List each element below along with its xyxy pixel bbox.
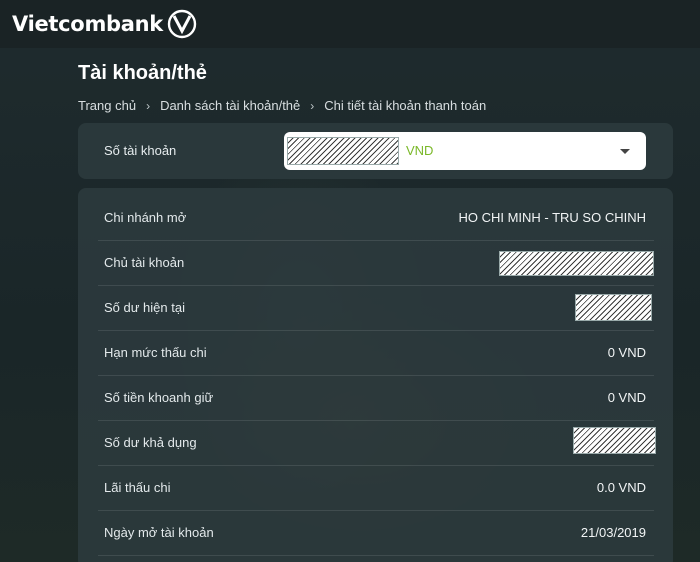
redacted-current-balance bbox=[575, 294, 652, 321]
chevron-down-icon[interactable] bbox=[620, 149, 630, 154]
detail-label: Số dư khả dụng bbox=[104, 435, 197, 450]
detail-label: Chi nhánh mở bbox=[104, 210, 187, 225]
detail-value: HO CHI MINH - TRU SO CHINH bbox=[458, 210, 646, 225]
breadcrumb-separator: › bbox=[310, 98, 315, 113]
detail-row-held-amount: Số tiền khoanh giữ 0 VND bbox=[98, 376, 654, 421]
account-number-label: Số tài khoản bbox=[104, 143, 177, 158]
account-selector-card: Số tài khoản VND bbox=[78, 123, 673, 179]
detail-value: 0 VND bbox=[607, 390, 646, 405]
detail-row-open-date: Ngày mở tài khoản 21/03/2019 bbox=[98, 511, 654, 556]
breadcrumb-account-list[interactable]: Danh sách tài khoản/thẻ bbox=[160, 98, 300, 113]
detail-value: 21/03/2019 bbox=[580, 525, 646, 540]
breadcrumb: Trang chủ › Danh sách tài khoản/thẻ › Ch… bbox=[78, 98, 486, 113]
detail-row-branch: Chi nhánh mở HO CHI MINH - TRU SO CHINH bbox=[98, 196, 654, 241]
detail-label: Số dư hiện tại bbox=[104, 300, 185, 315]
vietcombank-logo-icon bbox=[167, 9, 197, 39]
detail-row-owner: Chủ tài khoản bbox=[98, 241, 654, 286]
detail-label: Số tiền khoanh giữ bbox=[104, 390, 214, 405]
detail-row-overdraft-interest: Lãi thấu chi 0.0 VND bbox=[98, 466, 654, 511]
account-details-card: Chi nhánh mở HO CHI MINH - TRU SO CHINH … bbox=[78, 188, 673, 562]
detail-row-current-balance: Số dư hiện tại bbox=[98, 286, 654, 331]
breadcrumb-current: Chi tiết tài khoản thanh toán bbox=[324, 98, 487, 113]
account-currency: VND bbox=[406, 143, 434, 158]
page-title: Tài khoản/thẻ bbox=[78, 62, 207, 84]
top-bar: Vietcombank bbox=[0, 0, 700, 48]
detail-row-available-balance: Số dư khả dụng bbox=[98, 421, 656, 466]
breadcrumb-separator: › bbox=[146, 98, 151, 113]
detail-label: Chủ tài khoản bbox=[104, 255, 185, 270]
detail-value: 0.0 VND bbox=[596, 480, 646, 495]
logo-text[interactable]: Vietcombank bbox=[12, 12, 163, 36]
redacted-account-number bbox=[287, 137, 399, 165]
detail-value: 0 VND bbox=[607, 345, 646, 360]
detail-label: Ngày mở tài khoản bbox=[104, 525, 214, 540]
detail-label: Lãi thấu chi bbox=[104, 480, 171, 495]
redacted-available-balance bbox=[573, 427, 656, 454]
account-number-select[interactable]: VND bbox=[284, 132, 646, 170]
breadcrumb-home[interactable]: Trang chủ bbox=[78, 98, 136, 113]
redacted-owner-name bbox=[499, 251, 654, 276]
detail-row-overdraft-limit: Hạn mức thấu chi 0 VND bbox=[98, 331, 654, 376]
detail-label: Hạn mức thấu chi bbox=[104, 345, 207, 360]
